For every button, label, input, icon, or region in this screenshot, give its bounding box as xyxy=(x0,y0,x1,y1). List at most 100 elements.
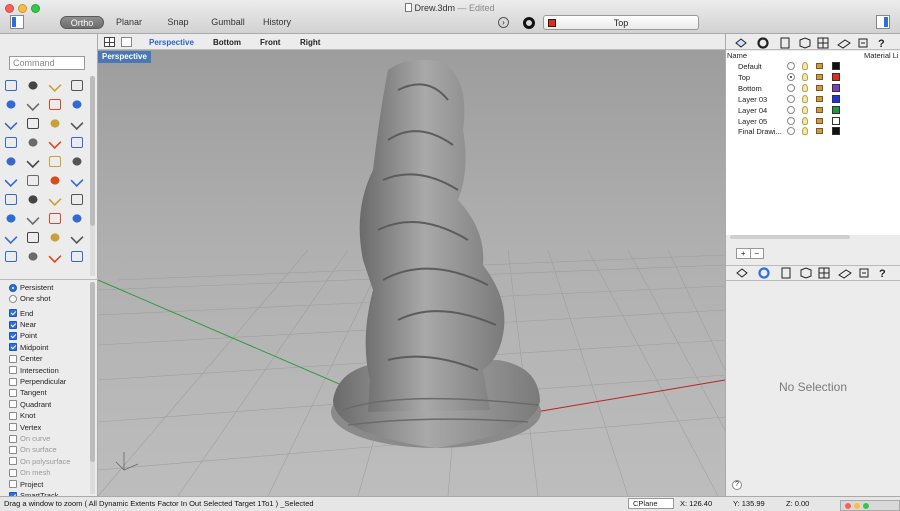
boolean-icon[interactable] xyxy=(1,152,20,170)
toggle-left-sidebar-button[interactable] xyxy=(10,15,24,29)
lock-icon[interactable] xyxy=(816,106,823,113)
trim-icon[interactable] xyxy=(67,152,86,170)
ortho-button[interactable]: Ortho xyxy=(60,16,104,29)
layer-row[interactable]: Layer 03 xyxy=(726,94,900,105)
polygon-icon[interactable] xyxy=(67,95,86,113)
layer-name[interactable]: Layer 03 xyxy=(738,95,767,104)
lock-icon[interactable] xyxy=(816,84,823,91)
osnap-near[interactable]: Near xyxy=(9,319,36,330)
visibility-bulb-icon[interactable] xyxy=(802,72,808,81)
planar-button[interactable]: Planar xyxy=(110,16,148,29)
checkbox[interactable] xyxy=(9,480,17,489)
checkbox[interactable] xyxy=(9,400,17,409)
checkbox[interactable] xyxy=(9,320,17,329)
lock-icon[interactable] xyxy=(816,73,823,80)
layer-row[interactable]: Top xyxy=(726,72,900,83)
add-layer-button[interactable]: + xyxy=(737,249,750,258)
panel-tabs-top[interactable]: ? xyxy=(735,36,895,49)
visibility-bulb-icon[interactable] xyxy=(802,83,808,92)
line-icon[interactable] xyxy=(67,76,86,94)
viewport-label[interactable]: Perspective xyxy=(98,51,151,63)
visibility-bulb-icon[interactable] xyxy=(802,116,808,125)
tool-palette-scrollbar[interactable] xyxy=(90,76,95,276)
current-layer-dropdown[interactable]: Top xyxy=(543,15,699,30)
layers-horizontal-scrollbar[interactable] xyxy=(730,235,850,239)
osnap-on-polysurface[interactable]: On polysurface xyxy=(9,456,70,467)
array-grid-icon[interactable] xyxy=(23,209,42,227)
osnap-center[interactable]: Center xyxy=(9,353,43,364)
cylinder-icon[interactable] xyxy=(45,133,64,151)
checkbox[interactable] xyxy=(9,354,17,363)
current-layer-radio[interactable] xyxy=(787,83,795,92)
remove-layer-button[interactable]: − xyxy=(749,249,764,258)
layer-name[interactable]: Top xyxy=(738,73,750,82)
blend-icon[interactable] xyxy=(45,228,64,246)
layer-color-swatch[interactable] xyxy=(832,127,840,136)
layers-material-header[interactable]: Material Li xyxy=(864,51,899,60)
grid-icon[interactable] xyxy=(1,209,20,227)
check-icon[interactable] xyxy=(23,228,42,246)
layer-color-swatch[interactable] xyxy=(832,83,840,92)
layer-state-icon[interactable]: › xyxy=(498,17,509,28)
checkbox[interactable] xyxy=(9,366,17,375)
checkbox[interactable] xyxy=(9,434,17,443)
osnap-mode-0[interactable]: Persistent xyxy=(9,282,53,293)
osnap-point[interactable]: Point xyxy=(9,330,37,341)
osnap-end[interactable]: End xyxy=(9,308,33,319)
zoom-icon[interactable] xyxy=(1,247,20,265)
osnap-project[interactable]: Project xyxy=(9,479,43,490)
scroll-thumb[interactable] xyxy=(90,76,95,226)
checkbox[interactable] xyxy=(9,309,17,318)
osnap-on-curve[interactable]: On curve xyxy=(9,433,50,444)
text-icon[interactable] xyxy=(23,190,42,208)
layer-color-swatch[interactable] xyxy=(832,116,840,125)
curve-icon[interactable] xyxy=(23,114,42,132)
layer-name[interactable]: Layer 05 xyxy=(738,117,767,126)
current-layer-radio[interactable] xyxy=(787,62,795,70)
mesh-icon[interactable] xyxy=(67,133,86,151)
current-layer-radio[interactable] xyxy=(787,105,795,114)
osnap-mode-1[interactable]: One shot xyxy=(9,293,50,304)
osnap-intersection[interactable]: Intersection xyxy=(9,365,59,376)
cplane-dropdown[interactable]: CPlane xyxy=(628,498,674,509)
lock-icon[interactable] xyxy=(816,128,823,135)
osnap-on-mesh[interactable]: On mesh xyxy=(9,467,50,478)
checkbox[interactable] xyxy=(9,423,17,432)
lock-icon[interactable] xyxy=(816,63,823,69)
extrude-icon[interactable] xyxy=(45,114,64,132)
checkbox[interactable] xyxy=(9,468,17,477)
layer-color-swatch[interactable] xyxy=(832,72,840,81)
layer-name[interactable]: Layer 04 xyxy=(738,106,767,115)
osnap-quadrant[interactable]: Quadrant xyxy=(9,399,51,410)
current-layer-radio[interactable] xyxy=(787,127,795,136)
rotate-icon[interactable] xyxy=(45,171,64,189)
split-icon[interactable] xyxy=(45,152,64,170)
mirror-icon[interactable] xyxy=(67,190,86,208)
layer-row[interactable]: Final Drawi... xyxy=(726,126,900,137)
osnap-midpoint[interactable]: Midpoint xyxy=(9,342,48,353)
snap-button[interactable]: Snap xyxy=(162,16,194,29)
render-mode-icon[interactable] xyxy=(523,17,535,29)
checkbox[interactable] xyxy=(9,457,17,466)
osnap-knot[interactable]: Knot xyxy=(9,410,35,421)
fillet-icon[interactable] xyxy=(23,152,42,170)
arc-icon[interactable] xyxy=(23,95,42,113)
scroll-thumb[interactable] xyxy=(90,282,95,462)
tab-right[interactable]: Right xyxy=(300,38,320,47)
panel-tabs-bottom[interactable]: ? xyxy=(736,266,896,279)
osnap-perpendicular[interactable]: Perpendicular xyxy=(9,376,66,387)
layer-icon[interactable] xyxy=(1,228,20,246)
layer-name[interactable]: Default xyxy=(738,62,762,71)
layer-row[interactable]: Layer 05 xyxy=(726,116,900,127)
checkbox[interactable] xyxy=(9,377,17,386)
analyze-icon[interactable] xyxy=(67,209,86,227)
array-icon[interactable] xyxy=(45,190,64,208)
layers-name-header[interactable]: Name xyxy=(727,51,747,60)
point-icon[interactable] xyxy=(23,76,42,94)
polyline-icon[interactable] xyxy=(45,76,64,94)
radio-button[interactable] xyxy=(9,294,17,303)
join-icon[interactable] xyxy=(1,171,20,189)
lock-icon[interactable] xyxy=(816,117,823,124)
perspective-viewport[interactable] xyxy=(98,50,725,496)
checkbox[interactable] xyxy=(9,445,17,454)
